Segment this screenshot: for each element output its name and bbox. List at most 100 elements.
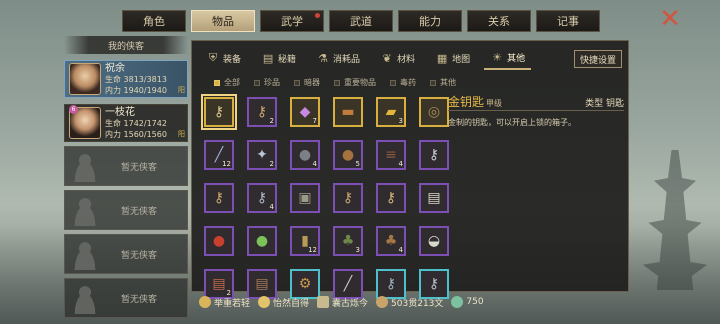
tab-label: 武道 [350,15,372,28]
inventory-slot[interactable]: ▬ [333,97,363,127]
inventory-slot[interactable]: ● [247,226,277,256]
item-count: 2 [269,160,274,168]
checkbox-icon [430,79,436,86]
inventory-slot[interactable]: ≡ 4 [376,140,406,170]
inventory-slot[interactable]: ▣ [290,183,320,213]
close-icon[interactable]: ✕ [656,6,684,32]
smile-icon [258,296,271,308]
map-icon: ▦ [436,51,448,65]
inventory-slot[interactable]: ▤ [419,183,449,213]
status-label: 举重若轻 [214,298,251,309]
inventory-slot[interactable]: ⚷ [376,183,406,213]
empty-slot-label: 暂无侠客 [121,162,158,173]
leaf-icon: ❦ [382,51,392,65]
item-icon: ◒ [427,233,441,249]
status-jade: 750 [451,296,484,308]
item-icon: ≡ [385,147,397,163]
inventory-slot[interactable]: ● 4 [290,140,320,170]
silhouette-icon [69,150,101,182]
inventory-slot[interactable]: ⚷ 2 [247,97,277,127]
jade-icon [451,296,464,308]
empty-hero-slot[interactable]: 暂无侠客 [64,146,188,186]
category-label: 地图 [452,54,471,65]
filter-bar: 全部 珍品 暗器 重要物品 毒药 其他 [214,77,456,88]
category-bar: ⛨ 装备 ▤ 秘籍 ⚗ 消耗品 ❦ 材料 ▦ 地图 ☀ 其他 快捷设置 [192,45,630,71]
filter-label: 重要物品 [344,78,376,87]
avatar [69,63,101,95]
inventory-slot[interactable]: ● 5 [333,140,363,170]
empty-hero-slot[interactable]: 暂无侠客 [64,278,188,318]
filter-important[interactable]: 重要物品 [334,77,376,88]
inventory-slot[interactable]: ▮ 12 [290,226,320,256]
inventory-slot[interactable]: ✦ 2 [247,140,277,170]
empty-hero-slot[interactable]: 暂无侠客 [64,190,188,230]
inventory-slot[interactable]: ⚷ [204,183,234,213]
tab-label: 物品 [212,15,234,28]
inventory-slot[interactable]: ⚷ [201,94,237,130]
inventory-slot[interactable]: ◎ [419,97,449,127]
inventory-slot[interactable]: ◒ [419,226,449,256]
hero-name: 一枝花 [105,106,135,118]
coin-icon [376,296,389,308]
inventory-slot[interactable]: ◆ 7 [290,97,320,127]
filter-other[interactable]: 其他 [430,77,456,88]
item-icon: ⚷ [428,147,440,163]
quick-settings-button[interactable]: 快捷设置 [574,50,622,68]
checkbox-icon [334,79,340,86]
category-consumables[interactable]: ⚗ 消耗品 [310,46,366,70]
hero-card[interactable]: 6 一枝花 生命 1742/1742 内力 1560/1560 阳 [64,104,188,142]
inventory-slot[interactable]: ╱ 12 [204,140,234,170]
inventory-slot[interactable]: ⚷ 4 [247,183,277,213]
item-icon: ⚙ [298,276,312,292]
item-grid: ⚷ ⚷ 2 ◆ 7 ▬ ▰ 3 ◎ ╱ 12 ✦ 2 ● 4 ● 5 ≡ 4 ⚷ ⚷ ⚷ 4 ▣ ⚷ ⚷ ▤ ● ● ▮ 12 ♣ 3 ♣ 4 ◒ ▤ 2… [201,94,449,299]
item-count: 2 [269,117,274,125]
inventory-slot[interactable]: ♣ 4 [376,226,406,256]
tab-label: 角色 [143,15,165,28]
item-icon: ◎ [427,104,441,120]
tab-relations[interactable]: 关系 [467,10,531,32]
checkbox-icon [214,79,220,86]
inventory-slot[interactable]: ▰ 3 [376,97,406,127]
tab-martial-way[interactable]: 武道 [329,10,393,32]
hero-mp: 内力 1940/1940 [105,85,167,95]
item-count: 3 [355,246,360,254]
inventory-slot[interactable]: ⚷ [419,140,449,170]
status-bar: 举重若轻 怡然自得 囊古烁今 503贯213文 750 [191,292,629,312]
category-other[interactable]: ☀ 其他 [484,46,532,70]
category-manuals[interactable]: ▤ 秘籍 [255,46,302,70]
inventory-slot[interactable]: ● [204,226,234,256]
category-materials[interactable]: ❦ 材料 [374,46,421,70]
empty-slot-label: 暂无侠客 [121,206,158,217]
category-equipment[interactable]: ⛨ 装备 [200,46,247,70]
tab-character[interactable]: 角色 [122,10,186,32]
tab-martial-arts[interactable]: 武学 [260,10,324,32]
inventory-slot[interactable]: ⚷ [333,183,363,213]
category-label: 材料 [397,54,416,65]
item-icon: ▬ [341,104,355,120]
filter-label: 其他 [440,78,456,87]
filter-label: 珍品 [264,78,280,87]
filter-treasure[interactable]: 珍品 [254,77,280,88]
item-icon: ⚷ [256,190,268,206]
filter-all[interactable]: 全部 [214,77,240,88]
category-maps[interactable]: ▦ 地图 [429,46,476,70]
hero-card[interactable]: 祝余 生命 3813/3813 内力 1940/1940 阳 [64,60,188,98]
filter-label: 暗器 [304,78,320,87]
item-icon: ♣ [341,233,355,249]
inventory-slot[interactable]: ♣ 3 [333,226,363,256]
item-icon: ⚷ [256,104,268,120]
item-icon: ● [341,147,355,163]
tab-abilities[interactable]: 能力 [398,10,462,32]
filter-hidden-weapon[interactable]: 暗器 [294,77,320,88]
item-count: 4 [269,203,274,211]
item-icon: ♣ [384,233,398,249]
tab-label: 武学 [281,15,303,28]
filter-poison[interactable]: 毒药 [390,77,416,88]
empty-hero-slot[interactable]: 暂无侠客 [64,234,188,274]
silhouette-icon [69,282,101,314]
tab-journal[interactable]: 记事 [536,10,600,32]
tab-items[interactable]: 物品 [191,10,255,32]
hero-attribute-tag: 阳 [178,130,185,138]
status-label: 怡然自得 [273,298,310,309]
item-count: 3 [398,117,403,125]
